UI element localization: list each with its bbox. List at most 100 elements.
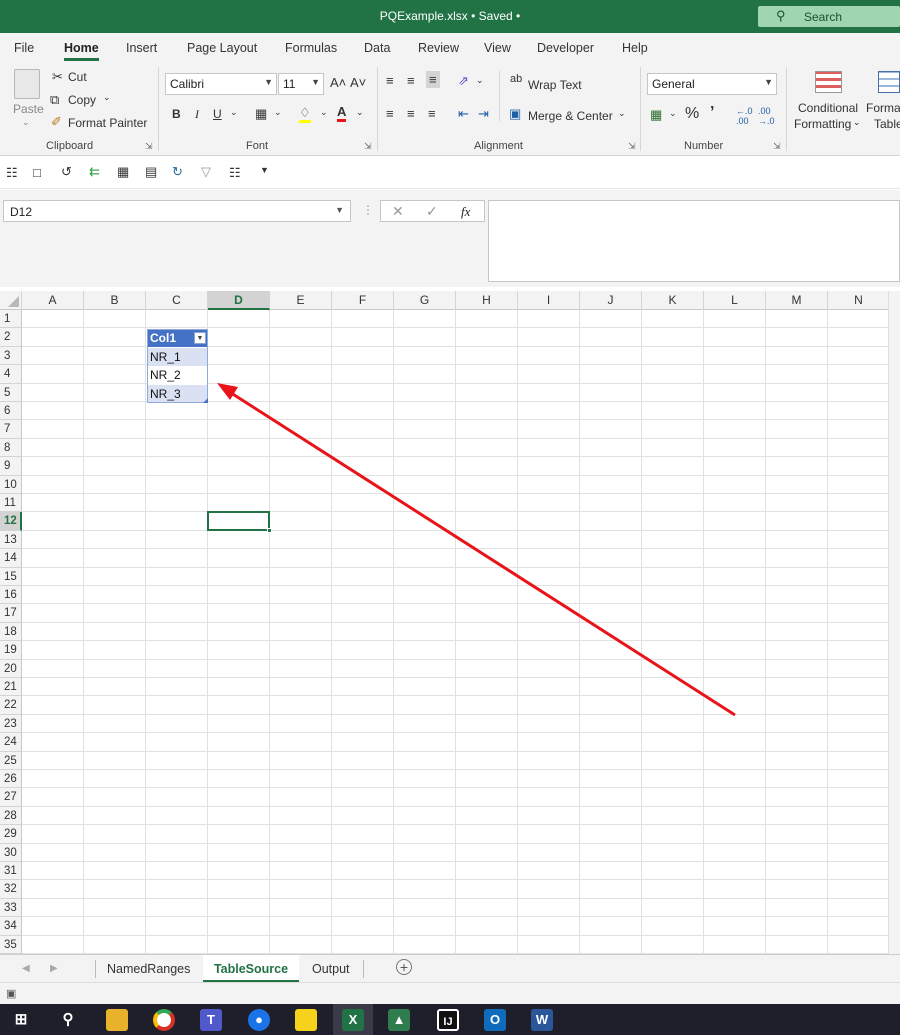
shrink-font-button[interactable]: A˅ <box>350 75 366 90</box>
increase-decimal-icon[interactable]: ←.0.00 <box>736 106 753 126</box>
tab-data[interactable]: Data <box>364 41 390 55</box>
copy-button[interactable]: Copy <box>68 93 96 107</box>
format-as-table-icon[interactable] <box>878 71 900 93</box>
cut-button[interactable]: Cut <box>68 70 87 84</box>
comma-button[interactable]: ’ <box>710 104 714 122</box>
orientation-dropdown-icon[interactable]: ⌄ <box>476 75 484 86</box>
excel-icon[interactable]: X <box>342 1009 364 1031</box>
clipboard-launcher-icon[interactable]: ⇲ <box>145 141 153 152</box>
tab-insert[interactable]: Insert <box>126 41 157 55</box>
font-launcher-icon[interactable]: ⇲ <box>364 141 372 152</box>
number-launcher-icon[interactable]: ⇲ <box>773 141 781 152</box>
windows-start-icon[interactable]: ⊞ <box>10 1009 32 1031</box>
tab-view[interactable]: View <box>484 41 511 55</box>
paste-icon[interactable] <box>14 69 40 99</box>
font-color-dropdown-icon[interactable]: ⌄ <box>356 107 364 118</box>
align-center-icon[interactable]: ≡ <box>407 106 415 121</box>
back-circle-icon[interactable]: ↺ <box>61 164 72 180</box>
tab-formulas[interactable]: Formulas <box>285 41 337 55</box>
vertical-scrollbar[interactable] <box>888 291 900 954</box>
search-box[interactable]: ⚲ Search <box>758 6 900 27</box>
tab-file[interactable]: File <box>14 41 34 55</box>
tab-help[interactable]: Help <box>622 41 648 55</box>
scroll-left-icon[interactable]: ◀ <box>22 963 30 974</box>
font-color-icon[interactable]: A <box>337 104 347 122</box>
paste-button[interactable]: Paste <box>13 102 44 116</box>
format-as-table-button[interactable]: Forma <box>866 101 900 115</box>
sheet-tab-tablesource[interactable]: TableSource <box>203 955 299 982</box>
align-left-icon[interactable]: ≡ <box>386 106 394 121</box>
percent-button[interactable]: % <box>685 105 699 123</box>
fill-color-icon[interactable]: ♢ <box>299 105 311 123</box>
conditional-formatting-icon[interactable] <box>815 71 842 93</box>
double-left-arrow-icon[interactable]: ⇇ <box>89 164 100 180</box>
wrap-text-button[interactable]: Wrap Text <box>528 78 582 92</box>
conditional-dropdown-icon[interactable]: ⌄ <box>853 117 861 128</box>
maps-icon[interactable]: ● <box>248 1009 270 1031</box>
tab-page-layout[interactable]: Page Layout <box>187 41 257 55</box>
underline-button[interactable]: U <box>213 107 222 121</box>
format-as-table-label[interactable]: Table <box>874 117 900 131</box>
jetbrains-icon[interactable]: IJ <box>437 1009 459 1031</box>
cancel-icon[interactable]: ✕ <box>392 203 404 220</box>
alignment-launcher-icon[interactable]: ⇲ <box>628 141 636 152</box>
align-right-icon[interactable]: ≡ <box>428 106 436 121</box>
paste-dropdown-icon[interactable]: ⌄ <box>22 117 30 128</box>
conditional-formatting-label[interactable]: Formatting <box>794 117 851 131</box>
refresh-icon[interactable]: ↻ <box>172 164 183 180</box>
macro-record-icon[interactable]: ▣ <box>6 987 16 1000</box>
folder-icon[interactable]: □ <box>33 165 41 180</box>
align-top-icon[interactable]: ≡ <box>386 73 394 88</box>
conditional-formatting-button[interactable]: Conditional <box>798 101 858 115</box>
number-format-combo[interactable]: General ▼ <box>647 73 777 95</box>
italic-button[interactable]: I <box>195 107 199 122</box>
font-size-combo[interactable]: 11 ▼ <box>278 73 324 95</box>
align-bottom-icon[interactable]: ≡ <box>426 71 440 88</box>
merge-center-button[interactable]: Merge & Center <box>528 109 613 123</box>
word-icon[interactable]: W <box>531 1009 553 1031</box>
increase-indent-icon[interactable]: ⇥ <box>478 106 489 122</box>
drag-handle-icon[interactable]: ⋮ <box>362 203 374 217</box>
tab-home[interactable]: Home <box>64 41 99 61</box>
copy-dropdown-icon[interactable]: ⌄ <box>103 92 111 103</box>
document-icon[interactable]: ▤ <box>145 164 157 180</box>
align-middle-icon[interactable]: ≡ <box>407 73 415 88</box>
taskbar-search-icon[interactable]: ⚲ <box>57 1009 79 1031</box>
teams-icon[interactable]: T <box>200 1009 222 1031</box>
customize-qat-icon[interactable]: ▼ <box>260 165 269 175</box>
underline-dropdown-icon[interactable]: ⌄ <box>230 107 238 118</box>
sheet-tab-namedranges[interactable]: NamedRanges <box>107 962 190 976</box>
merge-dropdown-icon[interactable]: ⌄ <box>618 108 626 119</box>
worksheet-grid[interactable]: ABCDEFGHIJKLMN 1 2 3 4 5 6 7 8 9 10 11 12 13 14 15 16 17… <box>0 291 888 954</box>
filter-icon[interactable]: ▽ <box>201 164 211 180</box>
file-explorer-icon[interactable] <box>106 1009 128 1031</box>
orientation-icon[interactable]: ⇗ <box>458 73 469 89</box>
decrease-decimal-icon[interactable]: .00 →.0 <box>758 106 775 126</box>
scroll-right-icon[interactable]: ▶ <box>50 963 58 974</box>
image-app-icon[interactable]: ▲ <box>388 1009 410 1031</box>
grow-font-button[interactable]: A˄ <box>330 75 346 90</box>
sticky-notes-icon[interactable] <box>295 1009 317 1031</box>
name-box[interactable]: D12 ▼ <box>3 200 351 222</box>
enter-icon[interactable]: ✓ <box>426 203 438 220</box>
tab-developer[interactable]: Developer <box>537 41 594 55</box>
format-painter-button[interactable]: Format Painter <box>68 116 147 130</box>
currency-dropdown-icon[interactable]: ⌄ <box>669 108 677 119</box>
tab-review[interactable]: Review <box>418 41 459 55</box>
fill-dropdown-icon[interactable]: ⌄ <box>320 107 328 118</box>
sheet-tab-output[interactable]: Output <box>312 962 350 976</box>
add-sheet-icon[interactable]: + <box>396 959 412 975</box>
font-name-combo[interactable]: Calibri ▼ <box>165 73 277 95</box>
hierarchy-icon[interactable]: ☷ <box>6 165 18 181</box>
outlook-icon[interactable]: O <box>484 1009 506 1031</box>
formula-input[interactable] <box>488 200 900 282</box>
chrome-icon[interactable] <box>153 1009 175 1031</box>
tree-icon[interactable]: ☷ <box>229 165 241 181</box>
form-icon[interactable]: ▦ <box>117 164 129 180</box>
bold-button[interactable]: B <box>172 107 181 121</box>
borders-icon[interactable]: ▦ <box>255 106 267 122</box>
decrease-indent-icon[interactable]: ⇤ <box>458 106 469 122</box>
insert-function-button[interactable]: fx <box>461 204 470 220</box>
currency-icon[interactable]: ▦ <box>650 107 662 123</box>
borders-dropdown-icon[interactable]: ⌄ <box>274 107 282 118</box>
